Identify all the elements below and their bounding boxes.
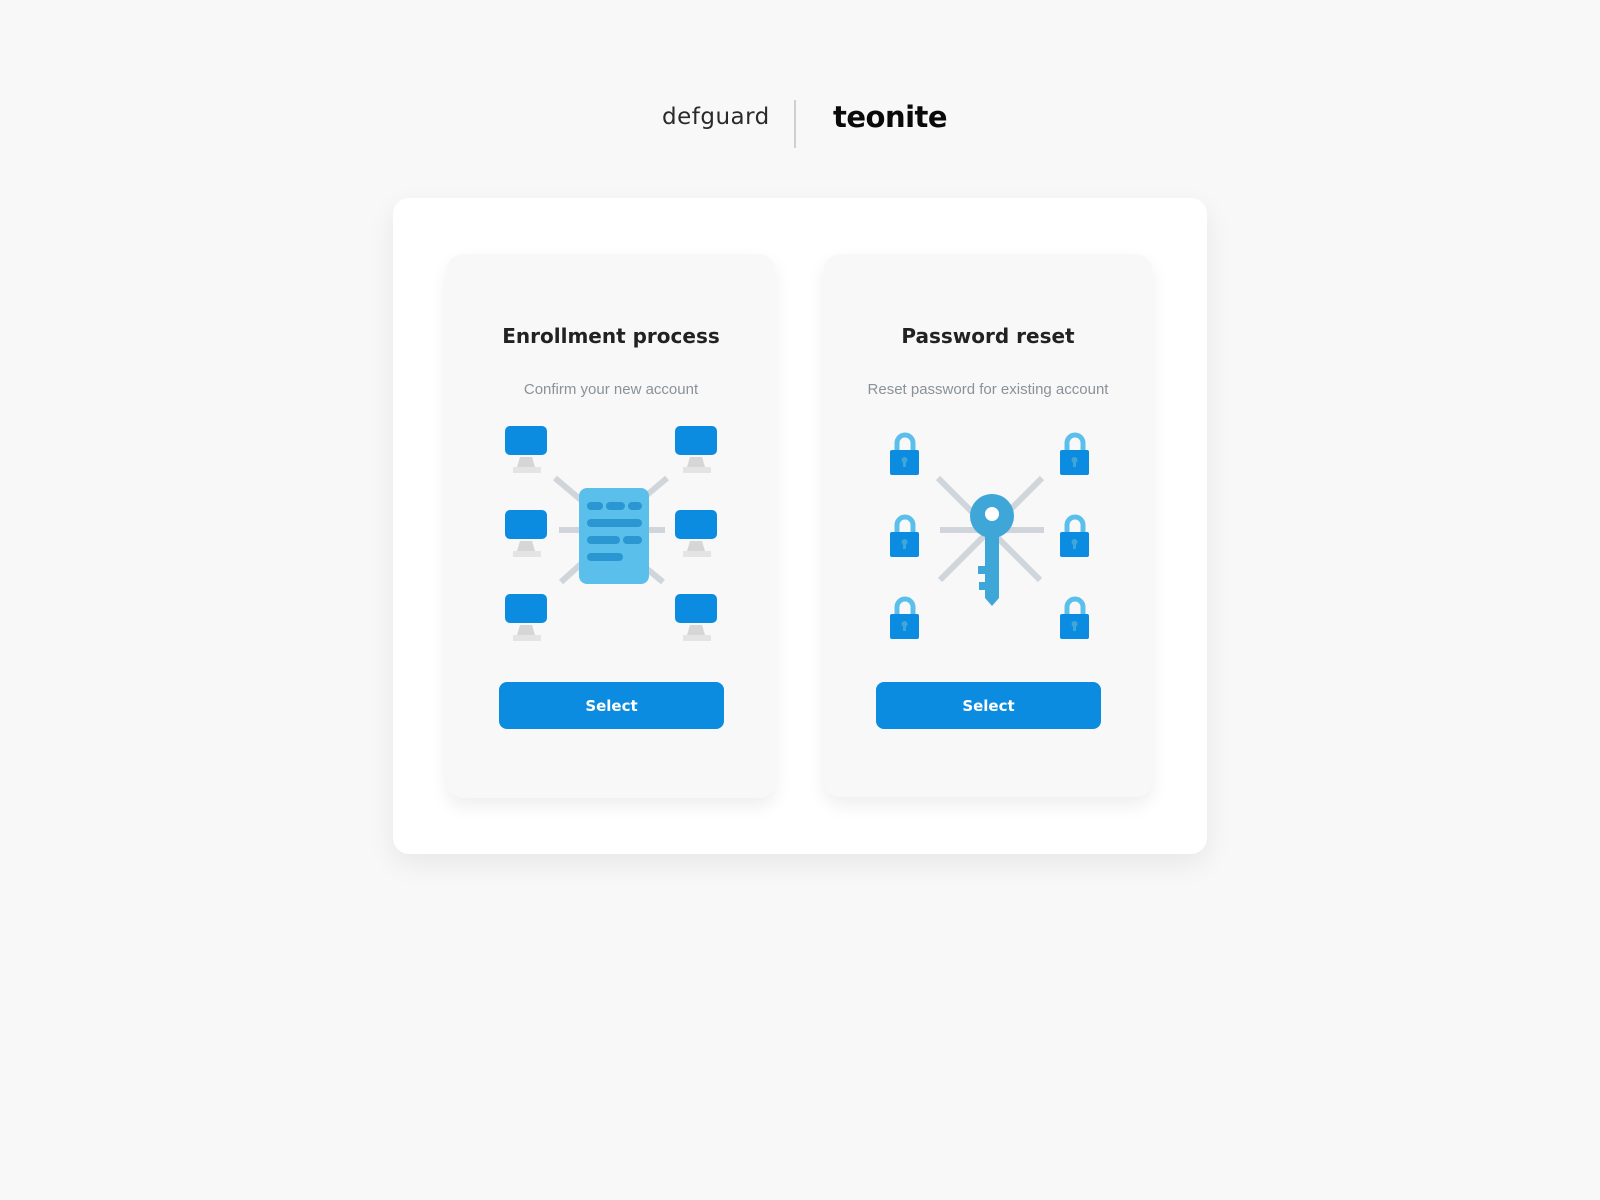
logo-divider [794, 100, 796, 148]
server-network-icon [505, 426, 717, 641]
enrollment-card: Enrollment process Confirm your new acco… [447, 254, 775, 798]
selection-panel: Enrollment process Confirm your new acco… [393, 198, 1207, 854]
password-reset-title: Password reset [901, 324, 1075, 348]
header: defguard teonite [0, 96, 1600, 148]
password-reset-card: Password reset Reset password for existi… [824, 254, 1152, 797]
teonite-logo: teonite [833, 100, 948, 134]
defguard-logo: defguard [662, 104, 770, 130]
enrollment-select-button[interactable]: Select [499, 682, 724, 729]
password-reset-subtitle: Reset password for existing account [867, 381, 1109, 398]
enrollment-subtitle: Confirm your new account [523, 381, 699, 398]
password-reset-select-button[interactable]: Select [876, 682, 1101, 729]
key-padlocks-icon [890, 432, 1089, 639]
enrollment-title: Enrollment process [502, 324, 720, 348]
